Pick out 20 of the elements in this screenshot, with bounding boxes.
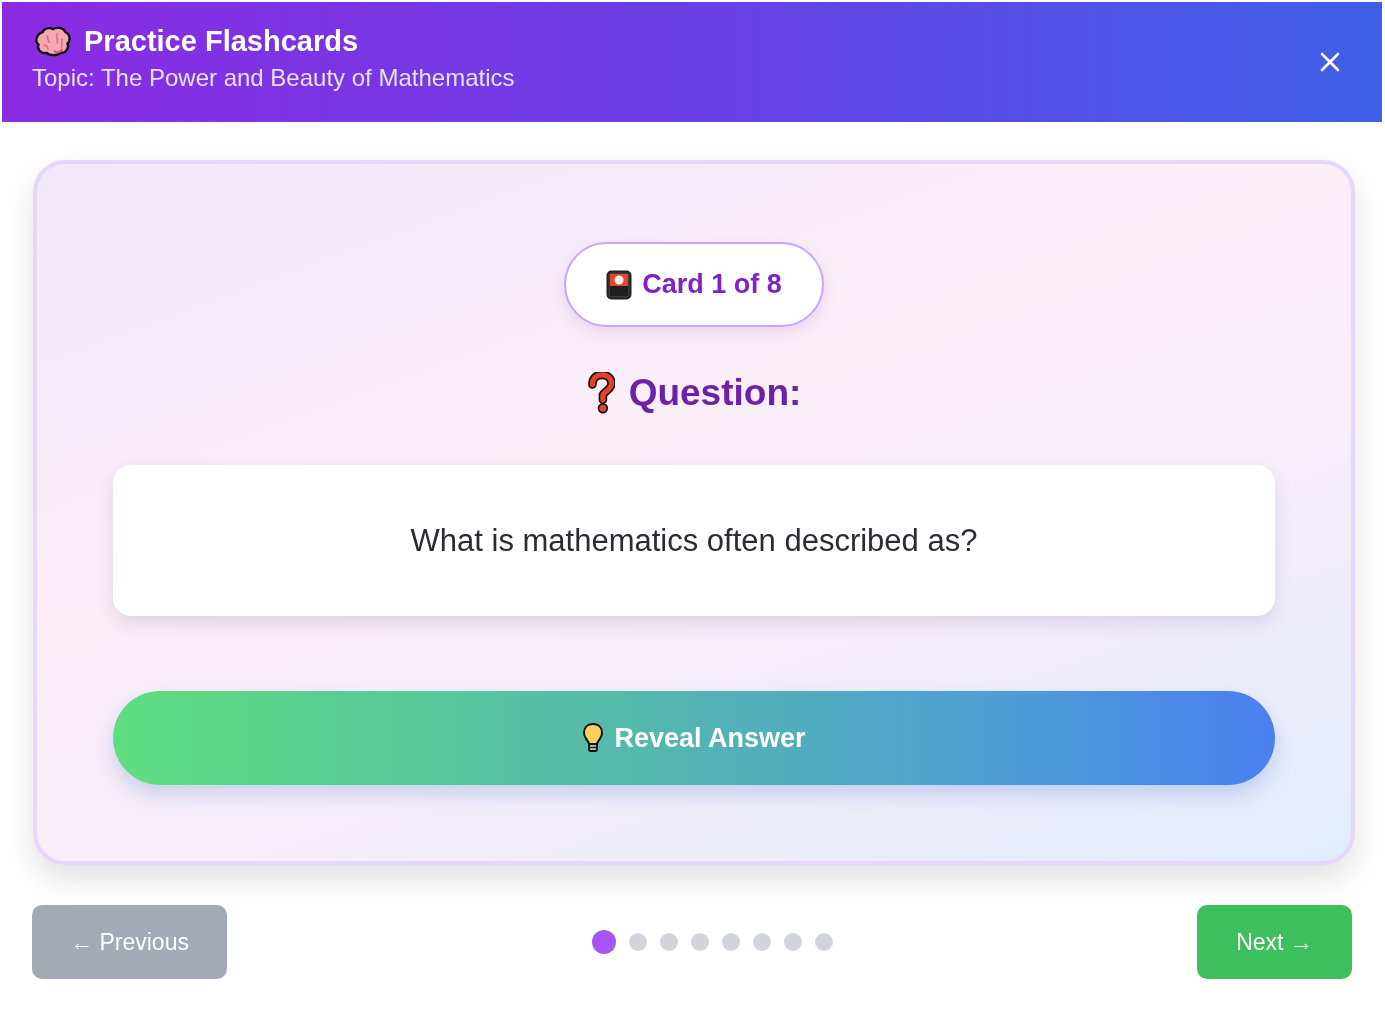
question-heading: Question: [628, 372, 802, 414]
close-icon [1320, 52, 1340, 72]
next-button[interactable]: Next → [1197, 905, 1352, 979]
reveal-answer-button[interactable]: Reveal Answer [113, 691, 1275, 785]
pagination-dot-icon[interactable] [721, 933, 740, 951]
pagination-dot-icon[interactable] [814, 933, 833, 951]
playing-card-icon [606, 269, 633, 300]
brain-icon [34, 25, 72, 57]
pagination-dot-icon[interactable] [591, 930, 616, 954]
card-counter-text: Card 1 of 8 [642, 269, 782, 300]
pagination-dot-icon[interactable] [752, 933, 771, 951]
lightbulb-icon [582, 722, 605, 754]
topic-subtitle: Topic: The Power and Beauty of Mathematics [32, 63, 515, 92]
question-text: What is mathematics often described as? [410, 522, 978, 559]
pagination-dot-icon[interactable] [659, 933, 678, 951]
pagination-dot-icon[interactable] [690, 933, 709, 951]
question-mark-icon [586, 372, 615, 414]
app-title: Practice Flashcards [84, 24, 359, 58]
pagination-dot-icon[interactable] [628, 933, 647, 951]
pagination-dot-icon[interactable] [783, 933, 802, 951]
